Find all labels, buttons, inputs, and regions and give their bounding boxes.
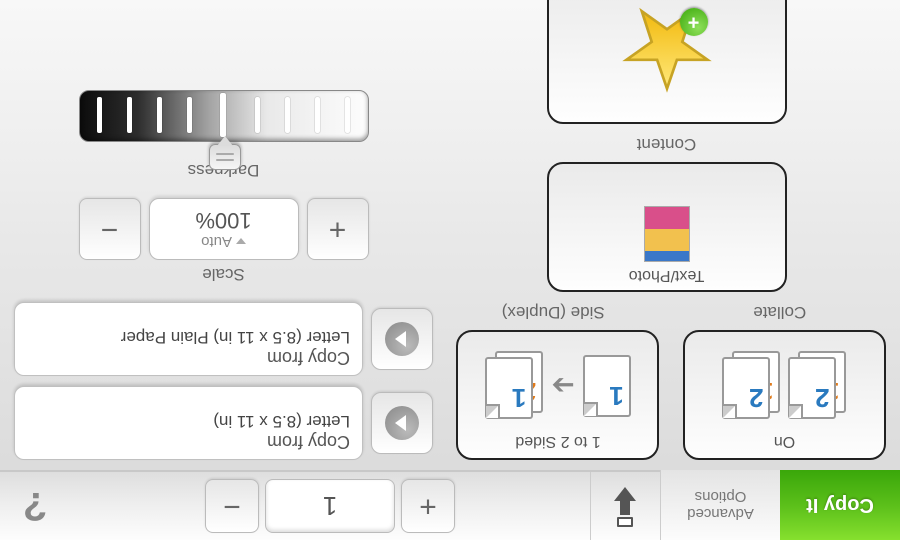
copy-from-1-box[interactable]: Copy from Letter (8.5 x 11 in) bbox=[14, 386, 363, 460]
content-thumb-icon bbox=[644, 206, 690, 262]
copy-from-2-value: Letter (8.5 x 11 in) Plain Paper bbox=[27, 327, 350, 347]
chevron-down-icon bbox=[236, 238, 246, 244]
copy-it-button[interactable]: Copy It bbox=[780, 470, 900, 540]
scale-display[interactable]: Auto 100% bbox=[149, 198, 299, 260]
arrow-circle-icon bbox=[385, 406, 419, 440]
collate-label: Collate bbox=[674, 302, 887, 322]
scale-plus-button[interactable]: + bbox=[307, 198, 369, 260]
top-bar: Copy It Advanced Options + 1 − ? bbox=[0, 470, 900, 540]
copy-from-row-2: Copy from Letter (8.5 x 11 in) Plain Pap… bbox=[14, 302, 433, 376]
save-shortcut-tile[interactable]: + bbox=[547, 0, 787, 124]
advanced-line1: Advanced bbox=[687, 505, 754, 522]
darkness-handle[interactable] bbox=[209, 144, 241, 170]
scale-label: Scale bbox=[14, 264, 433, 284]
scale-percent: 100% bbox=[195, 208, 251, 234]
copy-count-group: + 1 − bbox=[197, 472, 463, 540]
arrow-circle-icon bbox=[385, 322, 419, 356]
duplex-tile[interactable]: 1 to 2 Sided 1 ➔ 2 1 bbox=[457, 330, 660, 460]
copy-from-2-box[interactable]: Copy from Letter (8.5 x 11 in) Plain Pap… bbox=[14, 302, 363, 376]
copy-from-row-1: Copy from Letter (8.5 x 11 in) bbox=[14, 386, 433, 460]
right-pane: On 1 2 1 2 Collate 1 bbox=[447, 14, 886, 460]
main-area: On 1 2 1 2 Collate 1 bbox=[0, 0, 900, 470]
arrow-right-icon: ➔ bbox=[551, 370, 574, 403]
count-display[interactable]: 1 bbox=[265, 479, 395, 533]
darkness-slider[interactable] bbox=[79, 90, 369, 142]
content-label: Content bbox=[447, 134, 886, 154]
duplex-value: 1 to 2 Sided bbox=[469, 432, 648, 450]
count-minus-button[interactable]: − bbox=[205, 479, 259, 533]
content-tile[interactable]: Text/Photo bbox=[547, 162, 787, 292]
copy-from-1-go-button[interactable] bbox=[371, 392, 433, 454]
download-button[interactable] bbox=[590, 472, 660, 540]
copy-from-2-title: Copy from bbox=[27, 347, 350, 368]
help-button[interactable]: ? bbox=[0, 472, 70, 540]
count-plus-button[interactable]: + bbox=[401, 479, 455, 533]
advanced-line2: Options bbox=[687, 488, 754, 505]
scale-minus-button[interactable]: − bbox=[79, 198, 141, 260]
plus-badge-icon: + bbox=[680, 8, 708, 36]
scale-auto-text: Auto bbox=[201, 234, 232, 251]
help-icon: ? bbox=[23, 484, 47, 529]
advanced-options-button[interactable]: Advanced Options bbox=[660, 470, 780, 540]
duplex-label: Side (Duplex) bbox=[447, 302, 660, 322]
left-pane: Copy from Letter (8.5 x 11 in) Copy from… bbox=[14, 14, 433, 460]
copy-from-1-value: Letter (8.5 x 11 in) bbox=[27, 411, 350, 431]
content-value: Text/Photo bbox=[557, 266, 777, 284]
collate-tile[interactable]: On 1 2 1 2 bbox=[683, 330, 886, 460]
copy-from-2-go-button[interactable] bbox=[371, 308, 433, 370]
collate-value: On bbox=[695, 432, 874, 450]
copy-from-1-title: Copy from bbox=[27, 431, 350, 452]
download-icon bbox=[609, 485, 643, 527]
